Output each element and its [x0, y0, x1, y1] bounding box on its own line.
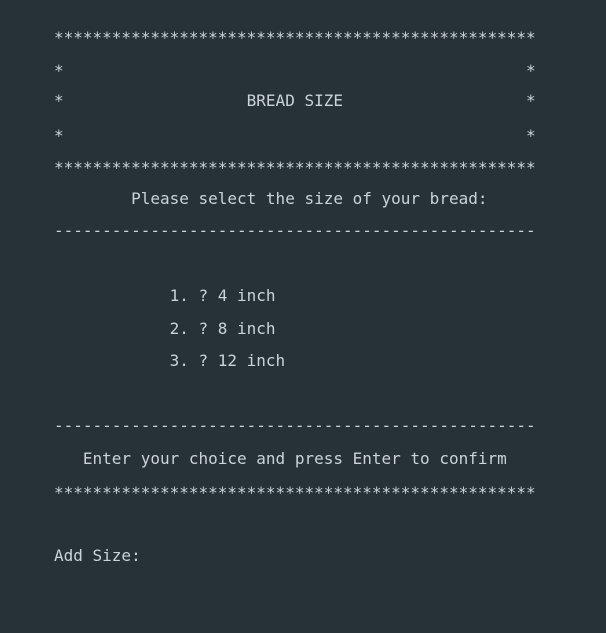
frame-blank-bottom: * *	[54, 126, 536, 145]
frame-blank-top: * *	[54, 61, 536, 80]
instruction-text: Enter your choice and press Enter to con…	[54, 449, 507, 468]
selection-prompt: Please select the size of your bread:	[54, 189, 488, 208]
option-4-inch: 1. ? 4 inch	[54, 286, 276, 305]
option-8-inch: 2. ? 8 inch	[54, 319, 276, 338]
title-line: * BREAD SIZE *	[54, 91, 536, 110]
header-bottom-border: ****************************************…	[54, 158, 536, 177]
option-12-inch: 3. ? 12 inch	[54, 351, 286, 370]
terminal-window: ****************************************…	[0, 0, 606, 633]
bottom-divider: ----------------------------------------…	[54, 416, 536, 435]
bottom-border: ****************************************…	[54, 483, 536, 502]
top-border: ****************************************…	[54, 28, 536, 47]
top-divider: ----------------------------------------…	[54, 221, 536, 240]
size-input-prompt[interactable]: Add Size:	[54, 546, 141, 566]
